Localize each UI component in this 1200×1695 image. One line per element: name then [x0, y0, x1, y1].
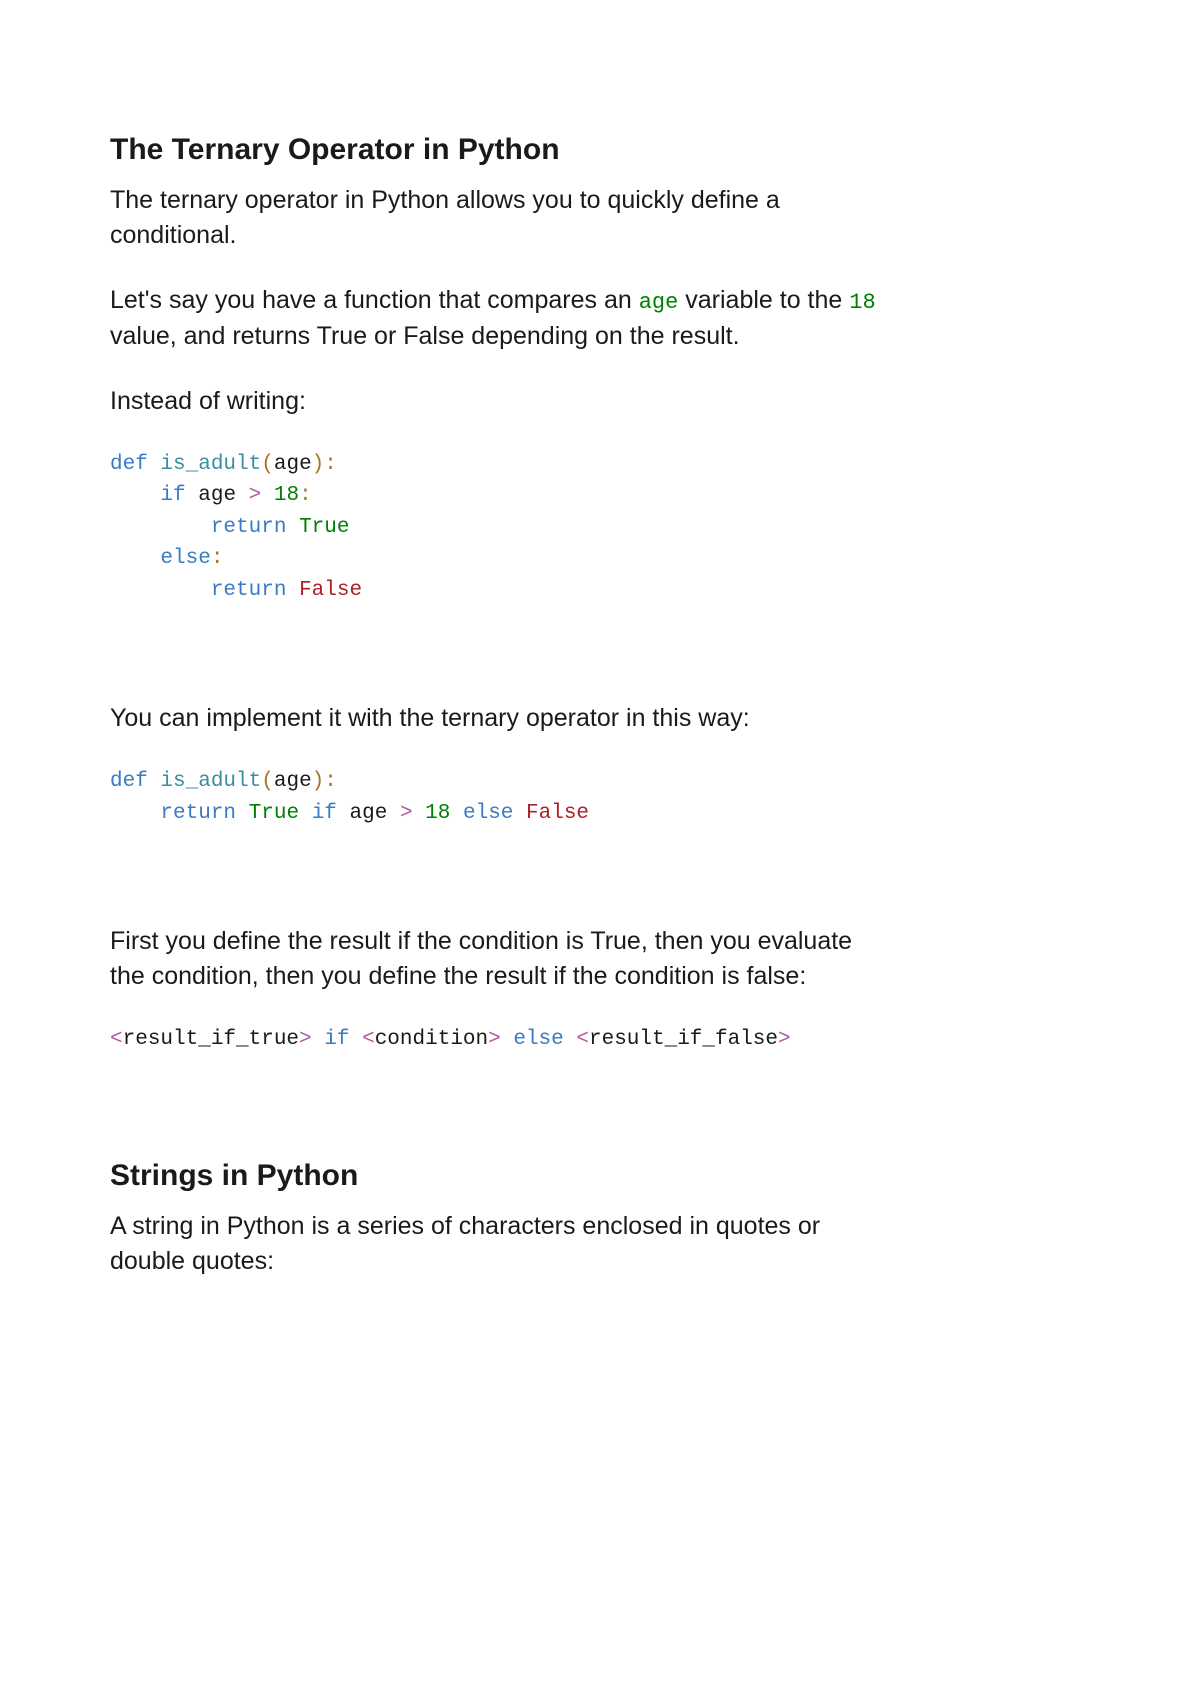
code-token: > [488, 1028, 501, 1051]
code-token: return [211, 516, 287, 539]
code-token: is_adult [160, 453, 261, 476]
code-token: else [463, 802, 513, 825]
code-token: age [274, 453, 312, 476]
code-token: return [160, 802, 236, 825]
paragraph: The ternary operator in Python allows yo… [110, 183, 890, 253]
code-block: def is_adult(age): if age > 18: return T… [110, 449, 890, 607]
code-token: : [211, 547, 224, 570]
code-token: def [110, 453, 148, 476]
heading-ternary: The Ternary Operator in Python [110, 130, 890, 169]
code-token: else [160, 547, 210, 570]
code-token: > [778, 1028, 791, 1051]
text: value, and returns True or False dependi… [110, 322, 740, 350]
code-token: ) [312, 770, 325, 793]
code-token: False [299, 579, 362, 602]
code-block: <result_if_true> if <condition> else <re… [110, 1024, 890, 1056]
code-token: result_if_true [123, 1028, 299, 1051]
code-token: age [198, 484, 236, 507]
code-token: 18 [274, 484, 299, 507]
code-token: condition [375, 1028, 488, 1051]
code-token: True [249, 802, 299, 825]
code-token: < [362, 1028, 375, 1051]
code-token: < [576, 1028, 589, 1051]
paragraph: A string in Python is a series of charac… [110, 1209, 890, 1279]
code-token: age [274, 770, 312, 793]
paragraph: First you define the result if the condi… [110, 924, 890, 994]
paragraph: Instead of writing: [110, 384, 890, 419]
paragraph: Let's say you have a function that compa… [110, 283, 890, 354]
code-token: age [350, 802, 388, 825]
code-token: 18 [425, 802, 450, 825]
paragraph: You can implement it with the ternary op… [110, 701, 890, 736]
code-token: return [211, 579, 287, 602]
code-token: : [324, 770, 337, 793]
code-token: True [299, 516, 349, 539]
code-token: : [324, 453, 337, 476]
inline-code: 18 [849, 290, 875, 315]
code-token: ) [312, 453, 325, 476]
code-token: > [249, 484, 262, 507]
code-block: def is_adult(age): return True if age > … [110, 766, 890, 829]
code-token: > [299, 1028, 312, 1051]
text: variable to the [678, 286, 849, 314]
inline-code: age [639, 290, 679, 315]
code-token: False [526, 802, 589, 825]
code-token: if [160, 484, 185, 507]
code-token: else [513, 1028, 563, 1051]
code-token: if [312, 802, 337, 825]
heading-strings: Strings in Python [110, 1156, 890, 1195]
code-token: def [110, 770, 148, 793]
code-token: > [400, 802, 413, 825]
text: Let's say you have a function that compa… [110, 286, 639, 314]
code-token: if [324, 1028, 349, 1051]
code-token: is_adult [160, 770, 261, 793]
code-token: ( [261, 770, 274, 793]
code-token: < [110, 1028, 123, 1051]
code-token: : [299, 484, 312, 507]
code-token: ( [261, 453, 274, 476]
code-token: result_if_false [589, 1028, 778, 1051]
